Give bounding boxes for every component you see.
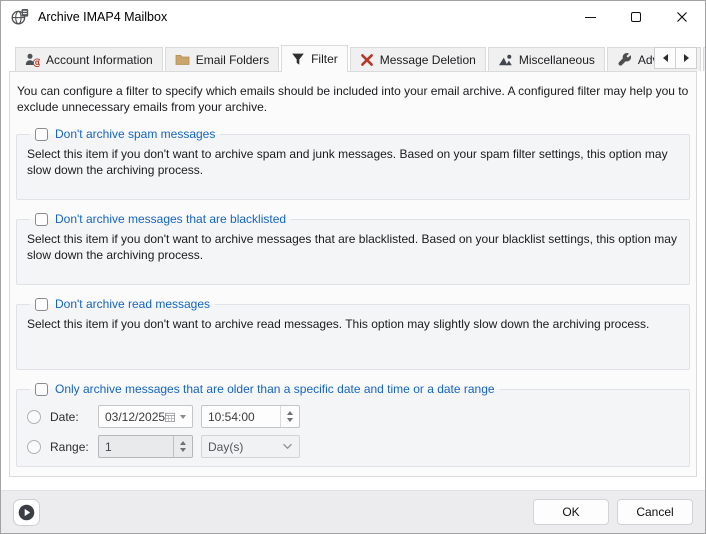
date-picker[interactable]: 03/12/2025	[98, 405, 193, 428]
spin-up-icon	[287, 411, 293, 415]
spin-down-icon	[287, 418, 293, 422]
archive-imap4-mailbox-dialog: Archive IMAP4 Mailbox @ Account Info	[0, 0, 706, 534]
checkbox-label[interactable]: Don't archive read messages	[55, 297, 210, 311]
calendar-dropdown-icon	[180, 415, 186, 419]
group-dont-archive-read: Don't archive read messages Select this …	[16, 297, 690, 370]
maximize-icon	[631, 12, 641, 22]
tab-label: Miscellaneous	[519, 53, 595, 67]
checkbox-label[interactable]: Don't archive spam messages	[55, 127, 215, 141]
group-caption: Don't archive read messages	[30, 297, 215, 311]
checkbox-label[interactable]: Only archive messages that are older tha…	[55, 382, 495, 396]
arrow-left-icon	[663, 54, 668, 62]
dialog-footer: OK Cancel	[1, 490, 705, 533]
window-title: Archive IMAP4 Mailbox	[38, 10, 167, 24]
red-x-icon	[360, 53, 374, 67]
funnel-icon	[291, 52, 305, 66]
arrow-right-icon	[684, 54, 689, 62]
time-spinner[interactable]	[280, 406, 293, 427]
image-icon	[498, 52, 513, 67]
dont-archive-blacklisted-checkbox[interactable]	[35, 213, 48, 226]
group-caption: Don't archive messages that are blacklis…	[30, 212, 291, 226]
maximize-button[interactable]	[613, 1, 659, 33]
tab-account-information[interactable]: @ Account Information	[15, 47, 163, 71]
range-unit-value: Day(s)	[208, 440, 243, 454]
only-archive-older-checkbox[interactable]	[35, 383, 48, 396]
group-only-archive-older: Only archive messages that are older tha…	[16, 382, 690, 467]
checkbox-label[interactable]: Don't archive messages that are blacklis…	[55, 212, 286, 226]
account-at-icon: @	[25, 52, 40, 67]
range-radio-label[interactable]: Range:	[50, 440, 98, 454]
wrench-icon	[617, 52, 632, 67]
time-picker[interactable]: 10:54:00	[201, 405, 300, 428]
tab-scroll-left-button[interactable]	[654, 47, 676, 69]
calendar-icon	[165, 411, 175, 423]
tab-filter[interactable]: Filter	[281, 45, 348, 72]
group-description: Select this item if you don't want to ar…	[27, 143, 679, 191]
time-value: 10:54:00	[208, 410, 280, 424]
range-radio[interactable]	[27, 440, 41, 454]
range-unit-dropdown[interactable]: Day(s)	[201, 435, 300, 458]
folder-icon	[175, 52, 190, 67]
range-spinner[interactable]	[173, 436, 186, 457]
tab-scroll-buttons	[654, 47, 697, 69]
dont-archive-read-checkbox[interactable]	[35, 298, 48, 311]
date-row: Date: 03/12/2025 10:54:00	[27, 405, 679, 428]
play-button[interactable]	[13, 499, 40, 526]
titlebar: Archive IMAP4 Mailbox	[1, 1, 705, 33]
close-button[interactable]	[659, 1, 705, 33]
minimize-icon	[585, 17, 596, 18]
close-icon	[676, 11, 688, 23]
tab-label: Message Deletion	[380, 53, 476, 67]
app-globe-icon	[11, 8, 29, 26]
group-description: Select this item if you don't want to ar…	[27, 228, 679, 276]
chevron-down-icon	[282, 443, 293, 450]
date-value: 03/12/2025	[105, 410, 165, 424]
group-dont-archive-blacklisted: Don't archive messages that are blacklis…	[16, 212, 690, 285]
spin-up-icon	[180, 441, 186, 445]
date-radio[interactable]	[27, 410, 41, 424]
tab-strip: @ Account Information Email Folders Filt…	[15, 45, 697, 71]
intro-text: You can configure a filter to specify wh…	[17, 83, 689, 115]
range-spinner-field[interactable]: 1	[98, 435, 193, 458]
group-caption: Don't archive spam messages	[30, 127, 220, 141]
spin-down-icon	[180, 448, 186, 452]
svg-text:@: @	[32, 57, 40, 67]
dialog-body: @ Account Information Email Folders Filt…	[1, 33, 705, 490]
tab-label: Filter	[311, 52, 338, 66]
group-dont-archive-spam: Don't archive spam messages Select this …	[16, 127, 690, 200]
window-controls	[567, 1, 705, 33]
range-value: 1	[105, 440, 173, 454]
tab-miscellaneous[interactable]: Miscellaneous	[488, 47, 605, 71]
date-radio-label[interactable]: Date:	[50, 410, 98, 424]
group-description: Select this item if you don't want to ar…	[27, 313, 679, 361]
range-row: Range: 1 Day(s)	[27, 435, 679, 458]
ok-button[interactable]: OK	[533, 499, 609, 525]
tab-label: Email Folders	[196, 53, 269, 67]
dont-archive-spam-checkbox[interactable]	[35, 128, 48, 141]
play-icon	[18, 504, 35, 521]
tab-scroll-right-button[interactable]	[675, 47, 697, 69]
tab-email-folders[interactable]: Email Folders	[165, 47, 279, 71]
group-caption: Only archive messages that are older tha…	[30, 382, 500, 396]
tab-message-deletion[interactable]: Message Deletion	[350, 47, 486, 71]
filter-tab-page: You can configure a filter to specify wh…	[9, 71, 697, 477]
minimize-button[interactable]	[567, 1, 613, 33]
footer-buttons: OK Cancel	[533, 499, 693, 525]
tab-label: Account Information	[46, 53, 153, 67]
cancel-button[interactable]: Cancel	[617, 499, 693, 525]
